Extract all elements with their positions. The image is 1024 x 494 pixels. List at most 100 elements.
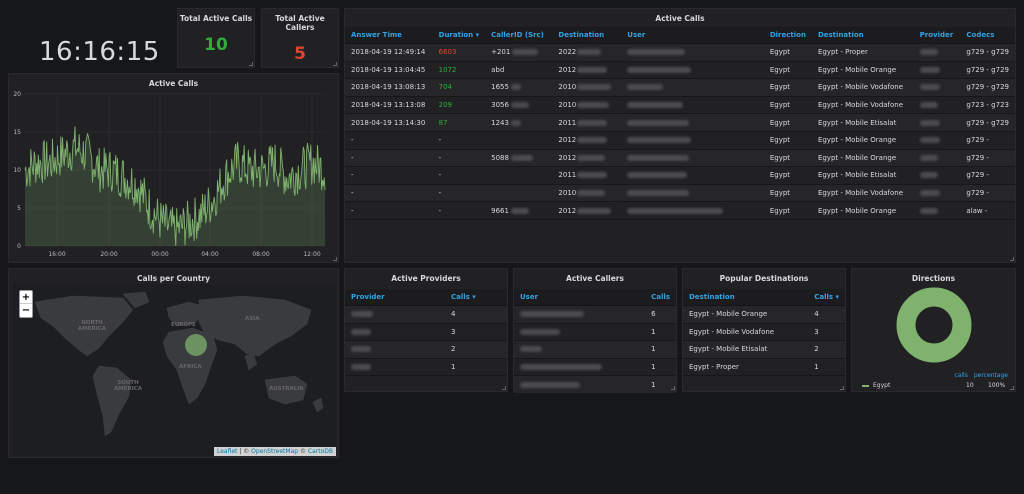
col-user[interactable]: User — [621, 27, 764, 44]
redacted-text — [919, 119, 940, 126]
table-row[interactable]: Egypt - Mobile Orange 4 — [683, 305, 845, 324]
table-row[interactable]: 3 — [345, 323, 507, 342]
table-row[interactable]: - - 2011 Egypt Egypt - Mobile Etisalat g729 - — [345, 166, 1015, 185]
table-row[interactable]: 1 — [514, 375, 676, 394]
redacted-text — [627, 172, 688, 179]
col-codecs[interactable]: Codecs — [960, 27, 1015, 44]
col-calls[interactable]: Calls ▾ — [445, 289, 507, 306]
table-row[interactable]: 2018-04-19 13:13:08 209 3056 2010 Egypt Egypt… — [345, 96, 1015, 115]
resize-handle-icon[interactable] — [1010, 257, 1014, 261]
cell-direction: Egypt — [763, 78, 812, 97]
resize-handle-icon[interactable] — [333, 257, 337, 261]
table-row[interactable]: Egypt - Mobile Vodafone 3 — [683, 323, 845, 342]
cell-direction: Egypt — [763, 184, 812, 203]
col-answer-time[interactable]: Answer Time — [345, 27, 433, 44]
active-calls-graph-panel: Active Calls 0 5 10 15 20 16:00 20:00 00:00 04:… — [8, 73, 339, 263]
resize-handle-icon[interactable] — [249, 62, 253, 66]
country-marker-egypt[interactable] — [185, 334, 207, 356]
table-row[interactable]: 2018-04-19 12:49:14 6603 +201 2022 Egypt Egyp… — [345, 43, 1015, 62]
cell-destination-number: 2012 — [552, 201, 622, 220]
cell-destination-number: 2010 — [552, 96, 622, 115]
map-label-australia: AUSTRALIA — [269, 386, 304, 392]
world-map-shapes — [34, 291, 324, 437]
resize-handle-icon[interactable] — [502, 386, 506, 390]
donut-slice-egypt[interactable] — [896, 287, 972, 363]
col-destination[interactable]: Destination — [683, 289, 809, 306]
cell-calls: 6 — [645, 305, 676, 324]
cell-user — [514, 305, 646, 324]
table-row[interactable]: - - 2010 Egypt Egypt - Mobile Vodafone g729 - — [345, 184, 1015, 203]
world-map[interactable]: NORTH AMERICA EUROPE ASIA AFRICA SOUTH A… — [13, 284, 336, 456]
table-row[interactable]: 2018-04-19 13:14:30 87 1243 2011 Egypt Egypt … — [345, 113, 1015, 132]
redacted-text — [919, 172, 938, 179]
cell-destination-number: 2012 — [552, 149, 622, 168]
table-row[interactable]: 2018-04-19 13:04:45 1072 abd 2012 Egypt Egypt… — [345, 61, 1015, 80]
redacted-text — [520, 311, 584, 318]
cell-callerid — [485, 131, 553, 150]
map-label-africa: AFRICA — [179, 364, 202, 370]
table-row[interactable]: - -9661 2012 Egypt Egypt - Mobile Orange alaw… — [345, 201, 1015, 220]
active-calls-table: Answer Time Duration ▾ CallerID (Src) De… — [345, 27, 1015, 220]
col-destination[interactable]: Destination — [811, 27, 914, 44]
col-callerid[interactable]: CallerID (Src) — [485, 27, 553, 44]
leaflet-link[interactable]: Leaflet — [217, 448, 237, 455]
col-duration[interactable]: Duration ▾ — [432, 27, 486, 44]
cell-direction: Egypt — [763, 201, 812, 220]
cartodb-link[interactable]: CartoDB — [308, 448, 333, 455]
table-row[interactable]: Egypt - Proper 1 — [683, 358, 845, 377]
table-header-row: Answer Time Duration ▾ CallerID (Src) De… — [345, 27, 1015, 44]
col-user[interactable]: User — [514, 289, 646, 306]
table-row[interactable]: 4 — [345, 305, 507, 324]
cell-callerid — [485, 184, 553, 203]
table-row[interactable]: 1 — [514, 340, 676, 359]
panel-title: Active Calls — [655, 14, 705, 23]
col-provider[interactable]: Provider — [913, 27, 961, 44]
table-row[interactable]: 2018-04-19 13:08:13 704 1655 2010 Egypt Egypt… — [345, 78, 1015, 97]
table-row[interactable]: Egypt - Mobile Etisalat 2 — [683, 340, 845, 359]
col-provider[interactable]: Provider — [345, 289, 445, 306]
cell-calls: 4 — [445, 305, 507, 324]
cell-direction: Egypt — [763, 166, 812, 185]
y-tick-label: 20 — [13, 91, 21, 98]
table-row[interactable]: - -5088 2012 Egypt Egypt - Mobile Orange g729… — [345, 149, 1015, 168]
resize-handle-icon[interactable] — [840, 386, 844, 390]
legend-percentage: 100% — [988, 382, 1006, 389]
redacted-text — [510, 207, 529, 214]
table-row[interactable]: 6 — [514, 305, 676, 324]
col-direction[interactable]: Direction — [763, 27, 812, 44]
redacted-text — [919, 190, 940, 197]
cell-duration: - — [432, 149, 486, 168]
cell-destination: Egypt - Proper — [811, 43, 914, 62]
table-row[interactable]: 1 — [514, 358, 676, 377]
callers-table: User Calls 61111 — [514, 289, 676, 394]
redacted-text — [577, 49, 602, 56]
resize-handle-icon[interactable] — [1010, 386, 1014, 390]
map-label-europe: EUROPE — [171, 322, 196, 328]
table-row[interactable]: 1 — [345, 358, 507, 377]
legend-name[interactable]: Egypt — [873, 382, 966, 389]
redacted-text — [919, 84, 940, 91]
col-calls[interactable]: Calls — [645, 289, 676, 306]
col-calls[interactable]: Calls ▾ — [808, 289, 845, 306]
panel-title: Active Callers — [566, 274, 624, 283]
cell-calls: 1 — [445, 358, 507, 377]
cell-callerid: abd — [485, 61, 553, 80]
table-row[interactable]: 2 — [345, 340, 507, 359]
map-label-north-america: NORTH AMERICA — [77, 320, 107, 332]
cell-provider — [913, 96, 961, 115]
cell-user — [621, 166, 764, 185]
zoom-in-button[interactable]: + — [20, 291, 32, 304]
active-calls-chart: 0 5 10 15 20 16:00 20:00 00:00 04:00 08:00 12:00 — [13, 91, 326, 258]
cell-callerid: 3056 — [485, 96, 553, 115]
resize-handle-icon[interactable] — [671, 386, 675, 390]
legend-swatch — [862, 384, 869, 387]
table-row[interactable]: - - 2012 Egypt Egypt - Mobile Orange g729 - — [345, 131, 1015, 150]
legend-header-calls: calls — [954, 372, 968, 379]
resize-handle-icon[interactable] — [333, 62, 337, 66]
col-destination-number[interactable]: Destination — [552, 27, 622, 44]
zoom-out-button[interactable]: − — [20, 304, 32, 317]
cell-user — [621, 149, 764, 168]
osm-link[interactable]: OpenStreetMap — [251, 448, 298, 455]
cell-answer-time: 2018-04-19 13:04:45 — [345, 61, 433, 80]
table-row[interactable]: 1 — [514, 323, 676, 342]
